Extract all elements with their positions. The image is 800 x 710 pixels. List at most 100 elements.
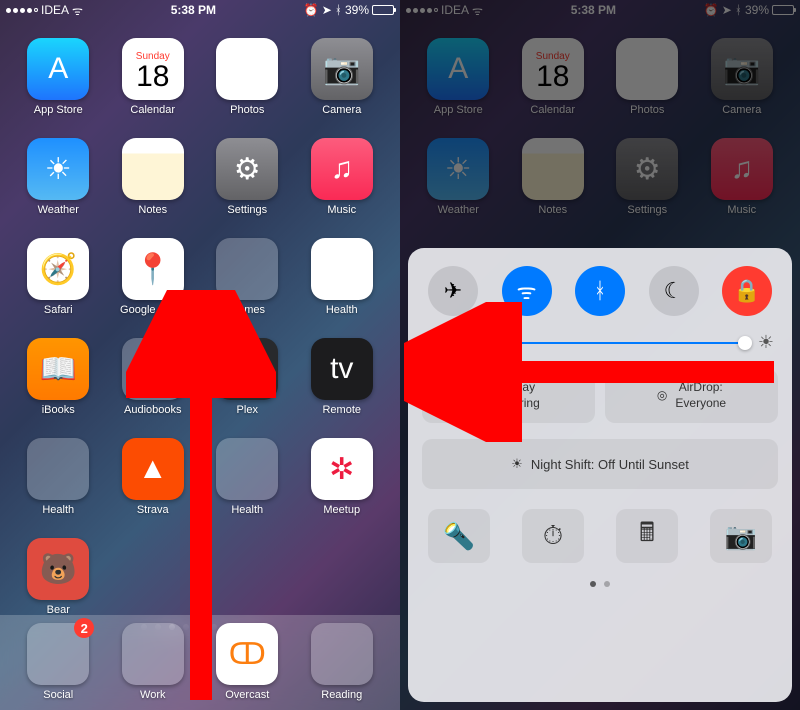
timer-button[interactable]: ⏱ [522,509,584,563]
app-app-store[interactable]: AApp Store [416,38,501,116]
app-settings-label: Settings [227,204,267,216]
wifi-toggle[interactable]: ᯤ [502,266,552,316]
do-not-disturb-toggle[interactable]: ☾ [649,266,699,316]
app-strava[interactable]: ▲Strava [111,438,196,516]
folder-audiobooks[interactable]: Audiobooks [111,338,196,416]
brightness-low-icon: ☼ [426,335,438,350]
app-google-maps[interactable]: 📍Google Maps [111,238,196,316]
app-photos[interactable]: ✿Photos [205,38,290,116]
home-screen-grid-dimmed: AApp StoreSunday18Calendar ✿ Photos 📷 Camera… [400,20,800,216]
app-settings[interactable]: ⚙ Settings [605,138,690,216]
brightness-track[interactable] [446,342,750,344]
app-plex-icon: ▸ [216,338,278,400]
notification-badge: 2 [74,618,94,638]
bluetooth-toggle[interactable]: ᚼ [575,266,625,316]
folder-games[interactable]: Games [205,238,290,316]
home-screen-grid: AApp StoreSunday18Calendar✿Photos 📷 Camera… [0,20,400,616]
app-app-store[interactable]: AApp Store [16,38,101,116]
app-settings-icon: ⚙ [616,138,678,200]
calendar-weekday: Sunday [536,51,570,62]
calculator-button[interactable]: 🖩 [616,509,678,563]
battery-pct: 39% [345,3,369,17]
carrier-label: IDEA [441,3,469,17]
app-settings[interactable]: ⚙ Settings [205,138,290,216]
app-photos[interactable]: ✿ Photos [605,38,690,116]
app-camera-label: Camera [722,104,761,116]
app-music-label: Music [327,204,356,216]
night-shift-button[interactable]: ☀ Night Shift: Off Until Sunset [422,439,778,489]
signal-strength-icon [406,8,438,13]
app-safari-label: Safari [44,304,73,316]
folder-health-2-icon [216,438,278,500]
app-health[interactable]: ♥ Health [300,238,385,316]
app-health-icon: ♥ [311,238,373,300]
airdrop-button[interactable]: ◎ AirDrop: Everyone [605,369,778,423]
folder-audiobooks-icon [122,338,184,400]
app-music-label: Music [727,204,756,216]
app-overcast-icon: ↀ [216,623,278,685]
folder-health[interactable]: Health [16,438,101,516]
app-weather-label: Weather [38,204,79,216]
clock: 5:38 PM [483,3,704,17]
app-safari[interactable]: 🧭Safari [16,238,101,316]
app-strava-icon: ▲ [122,438,184,500]
camera-button[interactable]: 📷 [710,509,772,563]
folder-reading-label: Reading [321,689,362,701]
app-camera[interactable]: 📷 Camera [300,38,385,116]
folder-social[interactable]: 2Social [16,623,101,710]
app-camera[interactable]: 📷 Camera [700,38,785,116]
app-overcast[interactable]: ↀ Overcast [205,623,290,710]
flashlight-icon: 🔦 [443,521,475,552]
airdrop-icon: ◎ [657,388,667,404]
folder-health-2[interactable]: Health [205,438,290,516]
airplay-button[interactable]: ⌁ AirPlay Mirroring [422,369,595,423]
app-weather[interactable]: ☀Weather [416,138,501,216]
flashlight-button[interactable]: 🔦 [428,509,490,563]
battery-icon [772,5,794,15]
app-notes[interactable]: Notes [511,138,596,216]
airplane-mode-toggle[interactable]: ✈ [428,266,478,316]
app-bear[interactable]: 🐻Bear [16,538,101,616]
app-music[interactable]: ♫Music [300,138,385,216]
app-weather[interactable]: ☀Weather [16,138,101,216]
app-camera-icon: 📷 [711,38,773,100]
wifi-icon: ᯤ [472,2,483,19]
folder-work-label: Work [140,689,165,701]
app-health-label: Health [326,304,358,316]
app-ibooks-label: iBooks [42,404,75,416]
app-remote[interactable]: tvRemote [300,338,385,416]
app-meetup-label: Meetup [323,504,360,516]
app-weather-icon: ☀ [427,138,489,200]
alarm-icon: ⏰ [304,3,319,17]
app-remote-icon: tv [311,338,373,400]
dock: 2Social Work ↀ Overcast Reading [0,615,400,710]
app-calendar[interactable]: Sunday18Calendar [511,38,596,116]
folder-work[interactable]: Work [111,623,196,710]
app-notes[interactable]: Notes [111,138,196,216]
app-notes-icon [122,138,184,200]
app-plex[interactable]: ▸Plex [205,338,290,416]
app-meetup[interactable]: ✲Meetup [300,438,385,516]
app-photos-icon: ✿ [616,38,678,100]
app-settings-icon: ⚙ [216,138,278,200]
app-app-store-label: App Store [434,104,483,116]
app-calendar[interactable]: Sunday18Calendar [111,38,196,116]
location-icon: ➤ [322,3,332,17]
app-camera-label: Camera [322,104,361,116]
rotation-lock-toggle[interactable]: 🔒 [722,266,772,316]
app-music[interactable]: ♫Music [700,138,785,216]
app-app-store-icon: A [27,38,89,100]
brightness-slider[interactable]: ☼ ☀ [422,332,778,353]
app-overcast-label: Overcast [225,689,269,701]
signal-strength-icon [6,8,38,13]
app-photos-label: Photos [630,104,664,116]
app-calendar-label: Calendar [130,104,175,116]
wifi-icon: ᯤ [72,2,83,19]
app-settings-label: Settings [627,204,667,216]
folder-reading[interactable]: Reading [300,623,385,710]
app-ibooks[interactable]: 📖iBooks [16,338,101,416]
app-camera-icon: 📷 [311,38,373,100]
clock: 5:38 PM [83,3,304,17]
cc-page-indicator[interactable] [422,581,778,587]
calculator-icon: 🖩 [639,514,655,558]
